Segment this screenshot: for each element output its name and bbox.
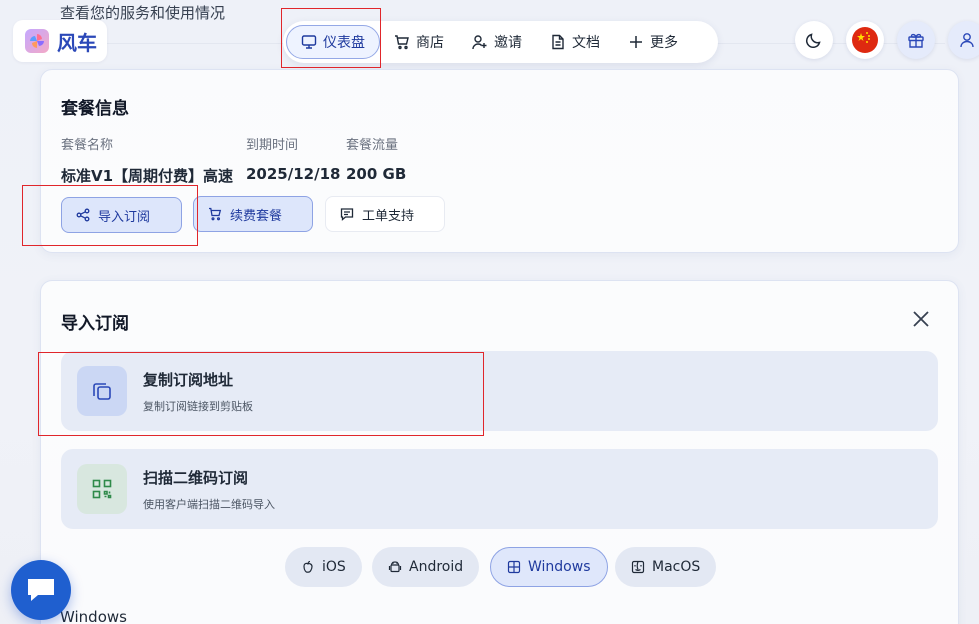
gift-button[interactable] [897, 21, 935, 59]
plan-expiry-field: 到期时间 2025/12/18 [246, 134, 340, 183]
macos-icon [631, 560, 645, 574]
main-nav: 仪表盘 商店 邀请 文档 更多 [283, 21, 718, 63]
copy-option-subtitle: 复制订阅链接到剪贴板 [143, 399, 253, 413]
qr-option-title: 扫描二维码订阅 [143, 468, 249, 487]
plan-name-label: 套餐名称 [61, 138, 114, 153]
platform-label: Windows [528, 559, 591, 575]
platform-tab-windows[interactable]: Windows [490, 547, 608, 587]
gift-icon [908, 33, 924, 48]
brand-name: 风车 [57, 30, 97, 55]
ticket-support-label: 工单支持 [362, 208, 415, 224]
qr-option-subtitle: 使用客户端扫描二维码导入 [143, 497, 275, 511]
nav-item-label: 更多 [650, 35, 678, 51]
theme-toggle-button[interactable] [795, 21, 833, 59]
language-button[interactable] [846, 21, 884, 59]
plan-info-card: 套餐信息 套餐名称 标准V1【周期付费】高速 到期时间 2025/12/18 套… [40, 69, 959, 253]
nav-item-shop[interactable]: 商店 [380, 25, 458, 59]
windows-icon [507, 560, 521, 574]
close-panel-button[interactable] [907, 305, 935, 333]
apple-icon [303, 560, 313, 573]
platform-label: Android [409, 559, 464, 575]
plan-traffic-field: 套餐流量 200 GB [346, 134, 406, 183]
nav-item-dashboard[interactable]: 仪表盘 [286, 25, 380, 59]
copy-icon-tile [77, 366, 127, 416]
plan-card-title: 套餐信息 [61, 99, 129, 119]
user-icon [960, 33, 974, 48]
nav-item-invite[interactable]: 邀请 [458, 25, 536, 59]
platform-tab-android[interactable]: Android [372, 547, 480, 587]
pinwheel-icon [25, 29, 49, 53]
chat-support-button[interactable] [11, 560, 71, 620]
platform-label: MacOS [652, 559, 701, 575]
scan-qr-option[interactable]: 扫描二维码订阅 使用客户端扫描二维码导入 [61, 449, 938, 529]
renew-plan-label: 续费套餐 [230, 208, 283, 224]
copy-option-title: 复制订阅地址 [143, 370, 234, 389]
message-icon [340, 208, 354, 221]
plan-name-value: 标准V1【周期付费】高速 [61, 167, 234, 185]
brand-logo-button[interactable]: 风车 [13, 20, 107, 62]
moon-icon [805, 33, 821, 49]
china-flag-icon [852, 27, 878, 53]
monitor-icon [301, 35, 317, 49]
share-icon [76, 208, 90, 222]
qr-code-icon [92, 479, 112, 499]
import-subscription-button[interactable]: 导入订阅 [61, 197, 182, 233]
nav-item-label: 商店 [416, 35, 444, 51]
nav-item-label: 邀请 [494, 35, 522, 51]
plan-name-field: 套餐名称 标准V1【周期付费】高速 [61, 134, 233, 186]
cart-icon [209, 207, 222, 221]
user-menu-button[interactable] [948, 21, 979, 59]
ticket-support-button[interactable]: 工单支持 [325, 196, 445, 232]
chat-icon [28, 579, 54, 601]
platform-tab-ios[interactable]: iOS [285, 547, 362, 587]
android-icon [388, 561, 402, 573]
import-subscription-label: 导入订阅 [98, 209, 151, 225]
platform-section-heading: Windows [60, 608, 127, 624]
renew-plan-button[interactable]: 续费套餐 [193, 196, 313, 232]
import-subscription-panel: 导入订阅 复制订阅地址 复制订阅链接到剪贴板 扫描二维码订阅 使用客户端扫描二维… [40, 280, 959, 624]
nav-item-label: 仪表盘 [323, 35, 365, 51]
document-icon [552, 34, 564, 50]
cart-icon [395, 35, 409, 50]
copy-subscription-url-option[interactable]: 复制订阅地址 复制订阅链接到剪贴板 [61, 351, 938, 431]
close-icon [913, 311, 929, 327]
plan-expiry-value: 2025/12/18 [246, 165, 341, 183]
plan-traffic-value: 200 GB [346, 165, 407, 183]
user-plus-icon [472, 35, 487, 50]
plan-traffic-label: 套餐流量 [346, 138, 399, 153]
import-panel-title: 导入订阅 [61, 314, 129, 334]
nav-item-more[interactable]: 更多 [614, 25, 692, 59]
platform-label: iOS [322, 559, 346, 575]
platform-tab-macos[interactable]: MacOS [615, 547, 717, 587]
nav-item-label: 文档 [572, 35, 600, 51]
nav-item-docs[interactable]: 文档 [536, 25, 614, 59]
copy-icon [93, 383, 111, 400]
qr-icon-tile [77, 464, 127, 514]
plus-icon [630, 36, 642, 48]
plan-expiry-label: 到期时间 [246, 138, 299, 153]
